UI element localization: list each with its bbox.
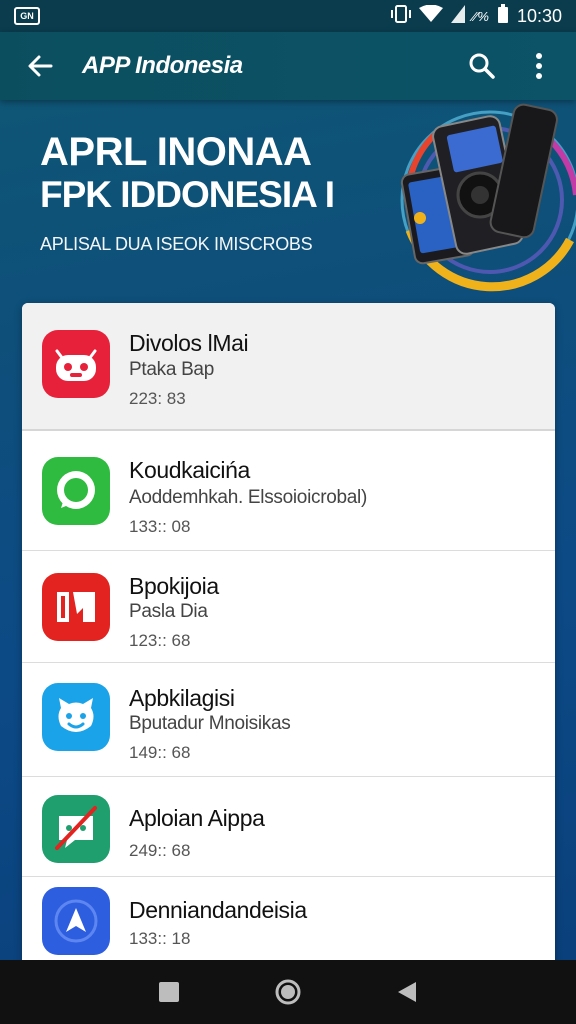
search-button[interactable] (460, 44, 504, 88)
red-tile-icon (42, 573, 110, 641)
smiley-face-icon (42, 683, 110, 751)
status-bar: GN ⁄⁄% 10:30 (0, 0, 576, 32)
status-icons: ⁄⁄% 10:30 (391, 4, 562, 28)
app-name: Aploian Aippa (129, 805, 265, 831)
app-meta: 123:: 68 (129, 631, 191, 650)
square-icon (159, 982, 180, 1002)
home-button[interactable] (266, 970, 310, 1014)
cell-signal-icon (451, 5, 466, 27)
chat-bubble-icon (42, 457, 110, 525)
app-description: Aoddemhkah. Elssoioicrobal) (129, 487, 367, 508)
app-title: APP Indonesia (82, 52, 243, 79)
navigation-arrow-icon (42, 887, 110, 955)
battery-icon (497, 4, 509, 28)
notification-icon: GN (14, 7, 40, 25)
phones-illustration (400, 103, 576, 292)
robot-face-icon (42, 330, 110, 398)
app-meta: 149:: 68 (129, 743, 191, 762)
circle-icon (275, 979, 301, 1005)
hero-subtitle: APLISAL DUA ISEOK IMISCROBS (40, 234, 313, 254)
app-bar: APP Indonesia (0, 32, 576, 100)
screen: GN ⁄⁄% 10:30 APP Indonesia APRL INONAA F… (0, 0, 576, 1024)
chat-slash-icon (42, 795, 110, 863)
app-description: Bputadur Mnoisikas (129, 713, 291, 734)
triangle-back-icon (397, 982, 416, 1002)
more-options-button[interactable] (524, 44, 554, 88)
status-time: 10:30 (516, 5, 562, 26)
hero-banner: APRL INONAA FPK IDDONESIA I APLISAL DUA … (0, 100, 576, 300)
app-meta: 223: 83 (129, 389, 186, 408)
app-meta: 133:: 08 (129, 517, 191, 536)
more-vert-icon (536, 53, 542, 79)
app-meta: 133:: 18 (129, 929, 191, 948)
app-description: Ptaka Bap (129, 359, 214, 380)
back-button[interactable] (20, 46, 60, 86)
app-list: Divolos lMai Ptaka Bap 223: 83 Koudkaici… (22, 303, 555, 983)
app-name: Bpokijoia (129, 573, 219, 599)
app-meta: 249:: 68 (129, 841, 191, 860)
app-bar-actions (460, 44, 576, 88)
app-name: Denniandandeisia (129, 897, 307, 923)
app-name: Koudkaicińa (129, 457, 250, 483)
app-name: Apbkilagisi (129, 685, 235, 711)
hero-title-line1: APRL INONAA (40, 130, 312, 174)
app-description: Pasla Dia (129, 601, 208, 622)
vibrate-icon (391, 5, 412, 27)
list-item[interactable]: Apbkilagisi Bputadur Mnoisikas 149:: 68 (22, 663, 555, 777)
signal-text: ⁄⁄% (473, 8, 489, 24)
hero-title-line2: FPK IDDONESIA I (40, 174, 335, 215)
wifi-icon (419, 4, 444, 27)
list-item[interactable]: Divolos lMai Ptaka Bap 223: 83 (22, 303, 555, 431)
search-icon (469, 53, 495, 79)
arrow-left-icon (28, 55, 53, 77)
app-name: Divolos lMai (129, 330, 249, 356)
system-back-button[interactable] (385, 970, 429, 1014)
list-item[interactable]: Koudkaicińa Aoddemhkah. Elssoioicrobal) … (22, 431, 555, 551)
list-item[interactable]: Aploian Aippa 249:: 68 (22, 777, 555, 877)
recents-button[interactable] (147, 970, 191, 1014)
list-item[interactable]: Bpokijoia Pasla Dia 123:: 68 (22, 551, 555, 663)
system-nav-bar (0, 960, 576, 1024)
